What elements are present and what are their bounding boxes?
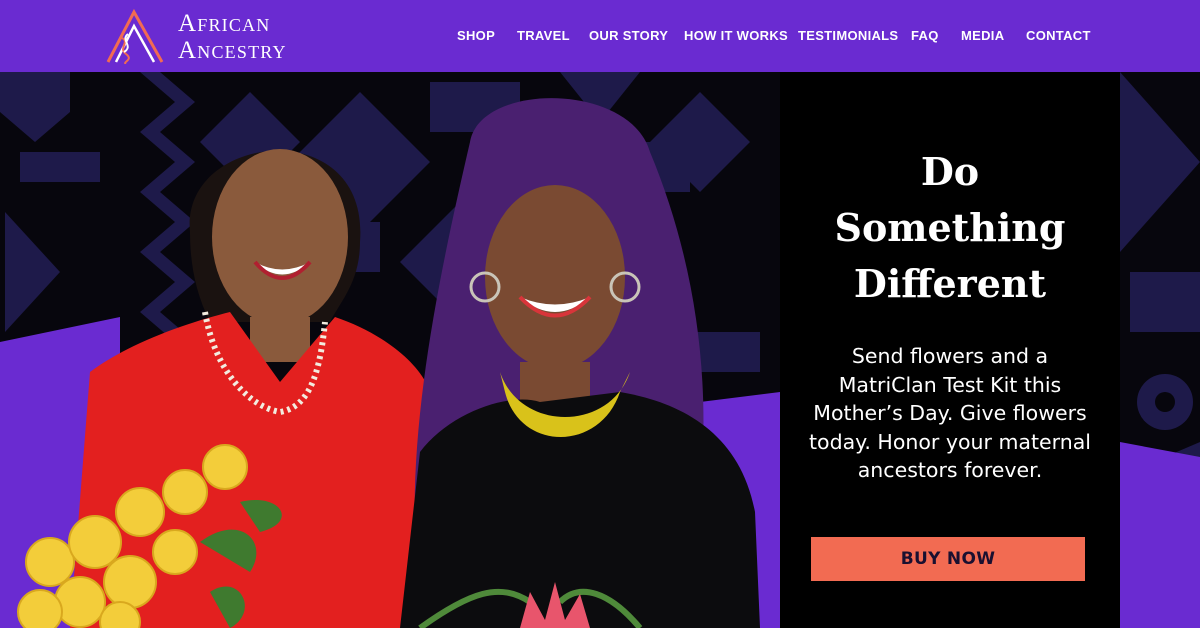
- brand-name-line2: Ancestry: [178, 37, 287, 64]
- hero-headline-line1: Do: [920, 149, 980, 194]
- nav-item-how-it-works[interactable]: HOW IT WORKS: [684, 28, 788, 43]
- site-header: African Ancestry SHOP TRAVEL OUR STORY H…: [0, 0, 1200, 72]
- nav-item-testimonials[interactable]: TESTIMONIALS: [798, 28, 898, 43]
- hero-headline: Do Something Different: [780, 144, 1120, 312]
- brand-wordmark: African Ancestry: [178, 10, 287, 64]
- nav-item-shop[interactable]: SHOP: [457, 28, 495, 43]
- hero-body-line5: ancestors forever.: [857, 458, 1043, 482]
- hero-headline-line2: Something: [834, 205, 1066, 250]
- hero-headline-line3: Different: [853, 261, 1047, 306]
- nav-item-our-story[interactable]: OUR STORY: [589, 28, 668, 43]
- hero-body-line4: today. Honor your maternal: [809, 429, 1091, 454]
- brand-name-line1: African: [178, 10, 271, 37]
- hero-body-line1: Send flowers and a: [851, 344, 1049, 368]
- nav-item-media[interactable]: MEDIA: [961, 28, 1004, 43]
- hero-body-line2: MatriClan Test Kit this: [838, 372, 1062, 397]
- hero-banner: Do Something Different Send flowers and …: [0, 72, 1200, 628]
- hero-body-text: Send flowers and a MatriClan Test Kit th…: [786, 342, 1114, 485]
- main-nav: SHOP TRAVEL OUR STORY HOW IT WORKS TESTI…: [440, 28, 1100, 46]
- mother-daughter-photo: [17, 98, 760, 628]
- nav-item-contact[interactable]: CONTACT: [1026, 28, 1091, 43]
- hero-body-line3: Mother’s Day. Give flowers: [813, 401, 1087, 425]
- brand-logo[interactable]: African Ancestry: [104, 8, 334, 66]
- helix-logo-icon: [106, 8, 164, 64]
- buy-now-button[interactable]: BUY NOW: [811, 537, 1085, 581]
- hero-copy-panel: Do Something Different Send flowers and …: [780, 72, 1120, 628]
- nav-item-faq[interactable]: FAQ: [911, 28, 939, 43]
- nav-item-travel[interactable]: TRAVEL: [517, 28, 570, 43]
- woman-right-figure: [400, 98, 760, 628]
